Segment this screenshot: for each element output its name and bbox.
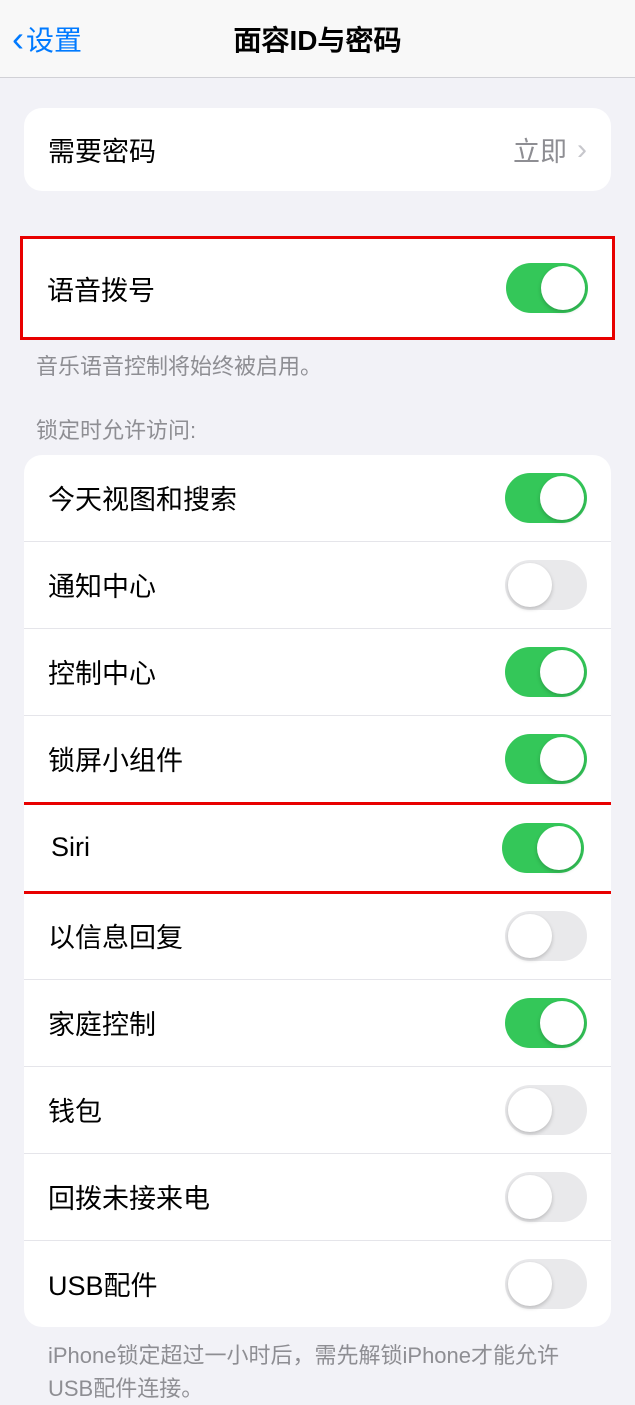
back-label: 设置 <box>26 19 82 59</box>
lock-access-toggle[interactable] <box>505 1085 587 1135</box>
lock-access-toggle[interactable] <box>505 560 587 610</box>
voice-dial-group: 语音拨号 <box>20 236 615 340</box>
lock-access-row: 家庭控制 <box>24 980 611 1067</box>
lock-access-row: USB配件 <box>24 1241 611 1327</box>
lock-access-item-label: 以信息回复 <box>48 916 183 955</box>
require-passcode-value: 立即 <box>513 130 567 169</box>
passcode-group: 需要密码 立即 › <box>24 108 611 191</box>
lock-access-row: 今天视图和搜索 <box>24 455 611 542</box>
lock-access-item-label: 今天视图和搜索 <box>48 478 237 517</box>
lock-access-row: 通知中心 <box>24 542 611 629</box>
lock-access-toggle[interactable] <box>505 734 587 784</box>
voice-dial-toggle[interactable] <box>506 263 588 313</box>
lock-access-item-label: 控制中心 <box>48 652 156 691</box>
chevron-right-icon: › <box>577 133 587 167</box>
navigation-header: ‹ 设置 面容ID与密码 <box>0 0 635 78</box>
page-title: 面容ID与密码 <box>233 19 401 59</box>
lock-access-item-label: 通知中心 <box>48 565 156 604</box>
lock-access-footer: iPhone锁定超过一小时后，需先解锁iPhone才能允许USB配件连接。 <box>0 1327 635 1405</box>
lock-access-group: 今天视图和搜索通知中心控制中心锁屏小组件 Siri 以信息回复家庭控制钱包回拨未接来… <box>24 455 611 1327</box>
require-passcode-row[interactable]: 需要密码 立即 › <box>24 108 611 191</box>
voice-dial-label: 语音拨号 <box>47 269 155 308</box>
lock-access-row: Siri <box>24 802 611 894</box>
lock-access-toggle[interactable] <box>505 998 587 1048</box>
lock-access-item-label: USB配件 <box>48 1264 158 1303</box>
voice-dial-footer: 音乐语音控制将始终被启用。 <box>0 340 635 383</box>
lock-access-toggle[interactable] <box>505 473 587 523</box>
require-passcode-label: 需要密码 <box>48 130 156 169</box>
voice-dial-row: 语音拨号 <box>23 239 612 337</box>
lock-access-row: 锁屏小组件 <box>24 716 611 803</box>
lock-access-toggle[interactable] <box>505 1259 587 1309</box>
lock-access-row: 以信息回复 <box>24 893 611 980</box>
lock-access-item-label: 锁屏小组件 <box>48 739 183 778</box>
lock-access-row: 控制中心 <box>24 629 611 716</box>
lock-access-item-label: 家庭控制 <box>48 1003 156 1042</box>
back-button[interactable]: ‹ 设置 <box>0 18 82 60</box>
lock-access-toggle[interactable] <box>505 911 587 961</box>
lock-access-header: 锁定时允许访问: <box>0 383 635 455</box>
lock-access-toggle[interactable] <box>502 823 584 873</box>
lock-access-row: 回拨未接来电 <box>24 1154 611 1241</box>
lock-access-row: 钱包 <box>24 1067 611 1154</box>
lock-access-toggle[interactable] <box>505 1172 587 1222</box>
lock-access-item-label: 回拨未接来电 <box>48 1177 210 1216</box>
lock-access-item-label: 钱包 <box>48 1090 102 1129</box>
lock-access-item-label: Siri <box>51 832 90 863</box>
lock-access-toggle[interactable] <box>505 647 587 697</box>
chevron-left-icon: ‹ <box>12 18 24 60</box>
